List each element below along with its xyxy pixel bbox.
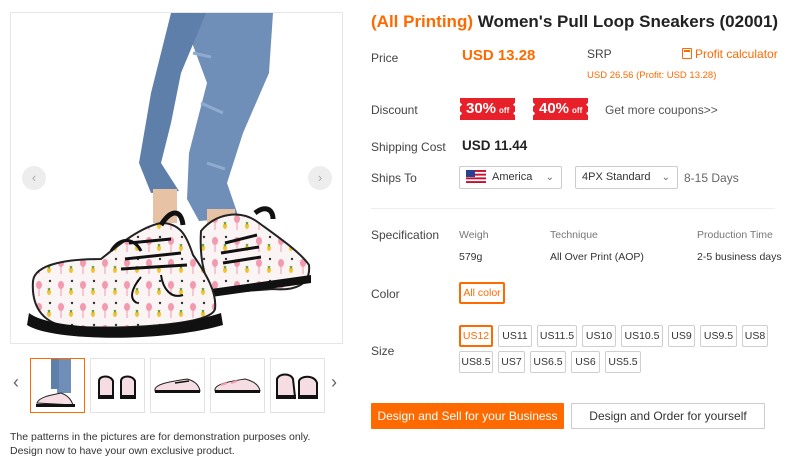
specification-label: Specification: [371, 228, 440, 242]
country-select[interactable]: America ⌄: [459, 166, 562, 189]
profit-calculator-link[interactable]: Profit calculator: [682, 47, 778, 61]
thumbnail-2[interactable]: [90, 358, 145, 413]
design-and-sell-button[interactable]: Design and Sell for your Business: [371, 403, 564, 429]
size-option-us7[interactable]: US7: [498, 351, 525, 373]
size-option-us10-5[interactable]: US10.5: [621, 325, 663, 347]
color-label: Color: [371, 287, 400, 301]
spec-value-technique: All Over Print (AOP): [550, 251, 644, 263]
demo-note-line-1: The patterns in the pictures are for dem…: [10, 431, 311, 443]
thumbnail-5[interactable]: [270, 358, 325, 413]
shipping-method-value: 4PX Standard: [582, 171, 651, 183]
product-print-tag: (All Printing): [371, 12, 473, 31]
thumbnail-1[interactable]: [30, 358, 85, 413]
sneaker-photo: [11, 13, 342, 343]
discount-label: Discount: [371, 103, 418, 117]
section-divider: [371, 208, 775, 209]
us-flag-icon: [466, 170, 486, 183]
size-option-us6-5[interactable]: US6.5: [530, 351, 566, 373]
thumbnail-image: [98, 375, 136, 399]
gallery-next-button[interactable]: ›: [308, 166, 332, 190]
size-option-us10[interactable]: US10: [582, 325, 616, 347]
coupon-30-off[interactable]: 30% off: [460, 98, 516, 120]
thumbnail-image: [214, 378, 261, 393]
size-option-us8-5[interactable]: US8.5: [459, 351, 493, 373]
srp-label: SRP: [587, 47, 612, 61]
spec-value-weigh: 579g: [459, 251, 483, 263]
thumbnail-3[interactable]: [150, 358, 205, 413]
demo-note-line-2: Design now to have your own exclusive pr…: [10, 445, 235, 457]
thumbnail-image: [36, 359, 75, 407]
size-option-us9-5[interactable]: US9.5: [700, 325, 737, 347]
spec-value-production-time: 2-5 business days: [697, 251, 782, 263]
ships-to-label: Ships To: [371, 171, 417, 185]
thumbnail-4[interactable]: [210, 358, 265, 413]
main-product-image[interactable]: [10, 12, 343, 344]
calculator-icon: [682, 48, 692, 59]
shipping-cost-label: Shipping Cost: [371, 140, 446, 154]
get-more-coupons-link[interactable]: Get more coupons>>: [605, 103, 718, 117]
size-option-us8[interactable]: US8: [742, 325, 768, 347]
coupon-40-off[interactable]: 40% off: [533, 98, 589, 120]
product-name: Women's Pull Loop Sneakers (02001): [472, 12, 779, 31]
size-option-us5-5[interactable]: US5.5: [605, 351, 641, 373]
coupon-percent: 30%: [466, 100, 497, 117]
chevron-down-icon: ⌄: [661, 172, 670, 183]
spec-header-technique: Technique: [550, 229, 598, 241]
coupon-off: off: [572, 106, 583, 115]
thumbnail-image: [276, 373, 318, 399]
spec-header-weigh: Weigh: [459, 229, 489, 241]
size-option-us11-5[interactable]: US11.5: [537, 325, 577, 347]
profit-calculator-label: Profit calculator: [695, 47, 778, 61]
thumbs-next-arrow-icon[interactable]: ›: [331, 372, 337, 393]
size-option-us11[interactable]: US11: [498, 325, 532, 347]
gallery-prev-button[interactable]: ‹: [22, 166, 46, 190]
size-label: Size: [371, 344, 395, 358]
country-value: America: [492, 171, 533, 183]
product-title: (All Printing) Women's Pull Loop Sneaker…: [371, 12, 778, 32]
price-value: USD 13.28: [462, 47, 536, 64]
color-option-all[interactable]: All color: [459, 282, 505, 304]
chevron-down-icon: ⌄: [545, 172, 554, 183]
size-option-us6[interactable]: US6: [571, 351, 600, 373]
size-option-us9[interactable]: US9: [668, 325, 695, 347]
spec-header-production-time: Production Time: [697, 229, 773, 241]
thumbnail-image: [154, 378, 201, 393]
shipping-cost-value: USD 11.44: [462, 138, 528, 153]
shipping-method-select[interactable]: 4PX Standard ⌄: [575, 166, 678, 189]
price-label: Price: [371, 51, 399, 65]
demo-note: The patterns in the pictures are for dem…: [10, 430, 310, 458]
delivery-days: 8-15 Days: [684, 171, 739, 185]
coupon-percent: 40%: [539, 100, 570, 117]
thumbs-prev-arrow-icon[interactable]: ‹: [13, 372, 19, 393]
coupon-off: off: [499, 106, 510, 115]
design-and-order-button[interactable]: Design and Order for yourself: [571, 403, 765, 429]
srp-detail: USD 26.56 (Profit: USD 13.28): [587, 70, 717, 81]
size-option-us12[interactable]: US12: [459, 325, 493, 347]
